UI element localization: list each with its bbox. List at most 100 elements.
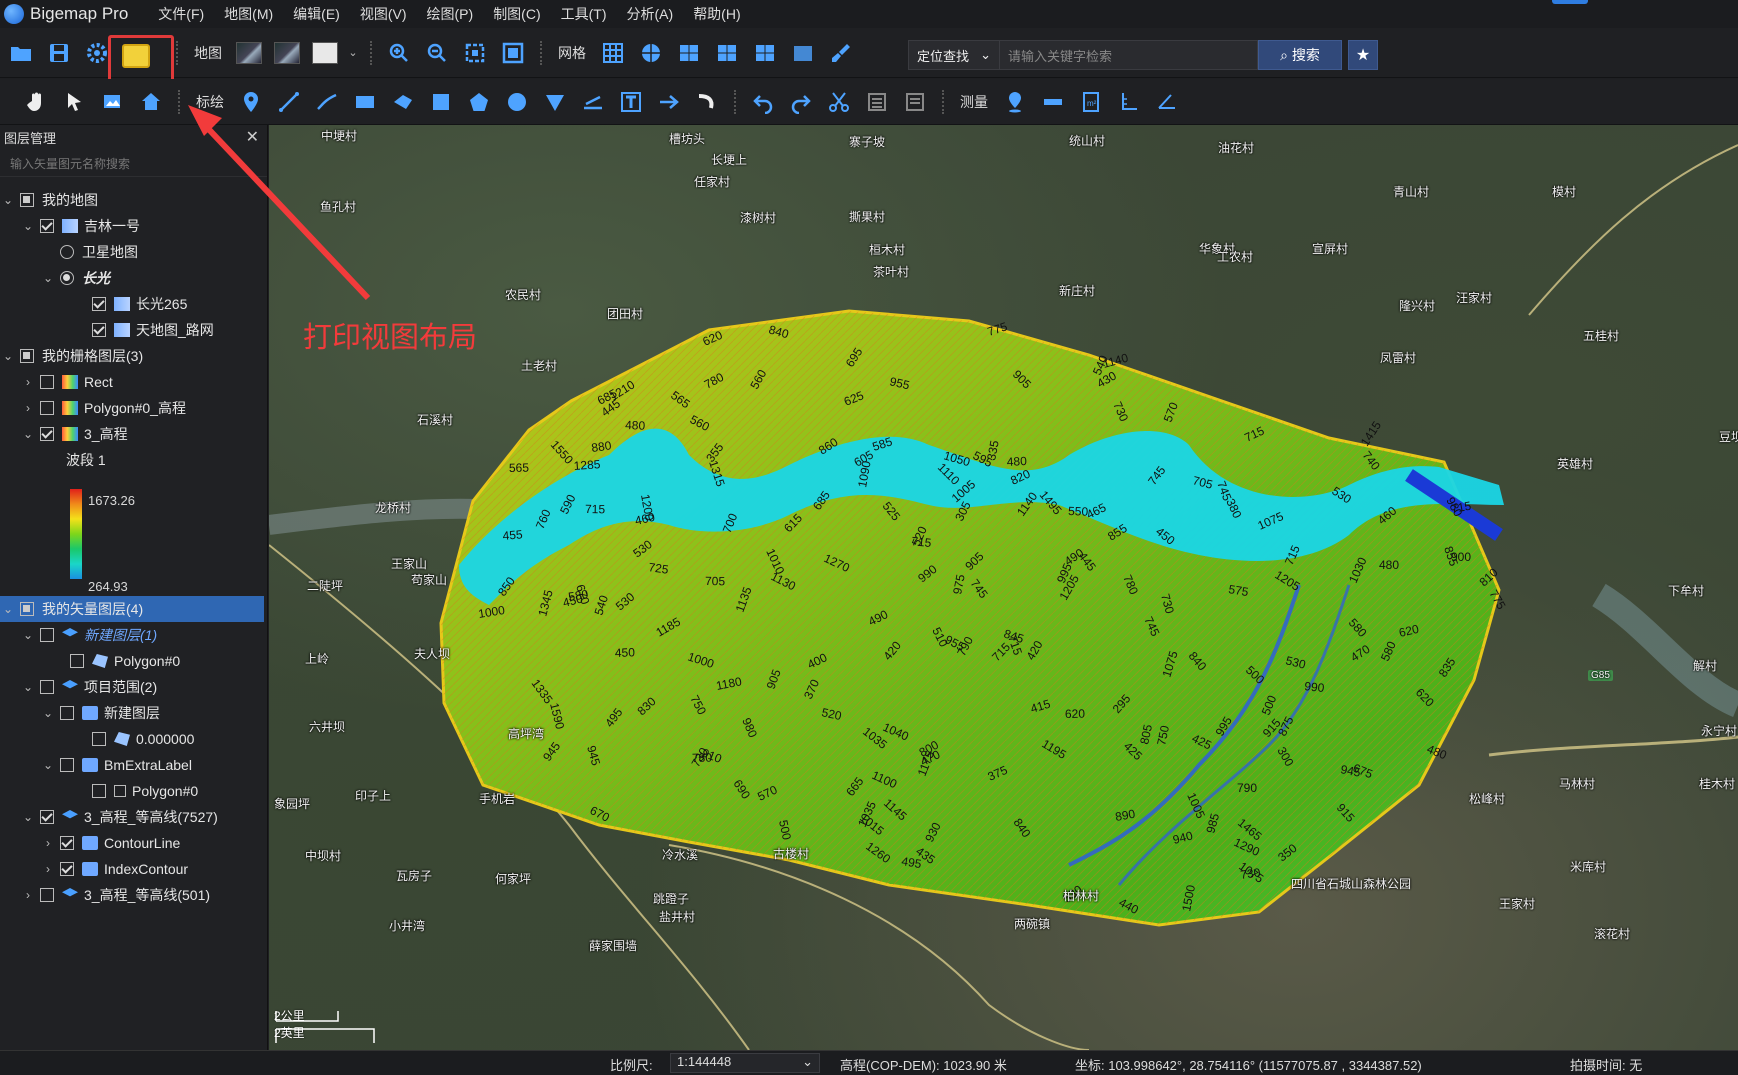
search-input[interactable]: 请输入关键字检索: [1000, 40, 1258, 70]
chevron-down-icon[interactable]: ⌄: [20, 680, 36, 694]
tree-item-polygon0[interactable]: Polygon#0: [0, 648, 268, 674]
undo-icon[interactable]: [746, 85, 780, 119]
open-folder-icon[interactable]: [4, 36, 38, 70]
tree-item-polygon-elevation[interactable]: › Polygon#0_高程: [0, 395, 268, 421]
chevron-right-icon[interactable]: ›: [20, 888, 36, 902]
basemap-thumb-2[interactable]: [274, 41, 300, 64]
curved-arrow-icon[interactable]: [690, 85, 724, 119]
scissors-icon[interactable]: [822, 85, 856, 119]
print-layout-icon[interactable]: [122, 44, 150, 68]
measure-height-icon[interactable]: [1112, 85, 1146, 119]
save-icon[interactable]: [42, 36, 76, 70]
chevron-down-icon[interactable]: ⌄: [20, 219, 36, 233]
menu-item[interactable]: 文件(F): [148, 4, 214, 24]
km-grid-icon[interactable]: [672, 36, 706, 70]
menu-item[interactable]: 视图(V): [350, 4, 417, 24]
redo-icon[interactable]: [784, 85, 818, 119]
layer-checkbox[interactable]: [70, 654, 84, 668]
layer-radio[interactable]: [60, 271, 74, 285]
basemap-thumb-3[interactable]: [312, 41, 338, 64]
layer-checkbox[interactable]: [92, 784, 106, 798]
layer-checkbox[interactable]: [60, 706, 74, 720]
chevron-down-icon[interactable]: ⌄: [20, 810, 36, 824]
tree-item-new-layer-1[interactable]: ⌄ 新建图层(1): [0, 622, 268, 648]
marker-pin-icon[interactable]: [234, 85, 268, 119]
menu-item[interactable]: 工具(T): [551, 4, 617, 24]
tree-item-changguang[interactable]: ⌄ 长光: [0, 265, 268, 291]
menu-item[interactable]: 编辑(E): [283, 4, 350, 24]
grid-icon[interactable]: [596, 36, 630, 70]
close-icon[interactable]: ✕: [246, 127, 259, 147]
rectangle-tool-icon[interactable]: [348, 85, 382, 119]
polygon-tool-icon[interactable]: [386, 85, 420, 119]
layer-checkbox[interactable]: [20, 602, 34, 616]
chevron-down-icon[interactable]: ⌄: [40, 758, 56, 772]
layer-checkbox[interactable]: [40, 810, 54, 824]
search-button[interactable]: ⌕ 搜索: [1258, 40, 1342, 70]
sheet-index-icon[interactable]: [786, 36, 820, 70]
menu-item[interactable]: 分析(A): [617, 4, 684, 24]
nm-grid-icon[interactable]: [710, 36, 744, 70]
menu-item[interactable]: 地图(M): [214, 4, 283, 24]
chevron-right-icon[interactable]: ›: [40, 836, 56, 850]
square-tool-icon[interactable]: [424, 85, 458, 119]
layer-checkbox[interactable]: [60, 836, 74, 850]
chevron-down-icon[interactable]: ⌄: [20, 427, 36, 441]
tree-item-polygon0-b[interactable]: Polygon#0: [0, 778, 268, 804]
arrow-tool-icon[interactable]: [652, 85, 686, 119]
chevron-down-icon[interactable]: ⌄: [40, 706, 56, 720]
tree-item-tianditu-road[interactable]: 天地图_路网: [0, 317, 268, 343]
line-tool-icon[interactable]: [272, 85, 306, 119]
menu-item[interactable]: 绘图(P): [417, 4, 484, 24]
layer-checkbox[interactable]: [40, 219, 54, 233]
layer-radio[interactable]: [60, 245, 74, 259]
layer-checkbox[interactable]: [20, 349, 34, 363]
star-icon[interactable]: ★: [1348, 40, 1378, 70]
chevron-right-icon[interactable]: ›: [20, 401, 36, 415]
circle-tool-icon[interactable]: [500, 85, 534, 119]
map-canvas[interactable]: 790 705 490 500 595 450 670 725 745 810 1140 1075 10…: [269, 125, 1738, 1050]
tree-item-zero-value[interactable]: 0.000000: [0, 726, 268, 752]
pentagon-tool-icon[interactable]: [462, 85, 496, 119]
list-table-icon[interactable]: [898, 85, 932, 119]
chevron-down-icon[interactable]: ⌄: [0, 602, 16, 616]
layer-checkbox[interactable]: [60, 758, 74, 772]
tree-item-bmextralabel[interactable]: ⌄ BmExtraLabel: [0, 752, 268, 778]
freehand-line-icon[interactable]: [310, 85, 344, 119]
tree-item-my-maps[interactable]: ⌄ 我的地图: [0, 187, 268, 213]
tree-item-contourline[interactable]: › ContourLine: [0, 830, 268, 856]
tree-item-project-extent[interactable]: ⌄ 项目范围(2): [0, 674, 268, 700]
tree-item-3-elevation[interactable]: ⌄ 3_高程: [0, 421, 268, 447]
tree-item-vector-layers[interactable]: ⌄ 我的矢量图层(4): [0, 596, 264, 622]
layer-checkbox[interactable]: [40, 427, 54, 441]
chevron-down-icon[interactable]: ⌄: [346, 36, 360, 70]
chevron-down-icon[interactable]: ⌄: [40, 271, 56, 285]
tree-item-jilin1[interactable]: ⌄ 吉林一号: [0, 213, 268, 239]
layer-checkbox[interactable]: [20, 193, 34, 207]
tree-item-contour-7527[interactable]: ⌄ 3_高程_等高线(7527): [0, 804, 268, 830]
tree-item-rect[interactable]: › Rect: [0, 369, 268, 395]
layer-checkbox[interactable]: [40, 375, 54, 389]
measure-angle-icon[interactable]: [1150, 85, 1184, 119]
home-poi-icon[interactable]: [134, 85, 168, 119]
layer-checkbox[interactable]: [40, 401, 54, 415]
attribute-table-icon[interactable]: [860, 85, 894, 119]
layer-search-input[interactable]: 输入矢量图元名称搜索: [0, 151, 267, 177]
tree-item-satellite[interactable]: 卫星地图: [0, 239, 268, 265]
window-control[interactable]: [1552, 0, 1588, 4]
tree-item-contour-501[interactable]: › 3_高程_等高线(501): [0, 882, 268, 908]
zoom-extent-icon[interactable]: [458, 36, 492, 70]
layer-checkbox[interactable]: [60, 862, 74, 876]
layer-checkbox[interactable]: [92, 297, 106, 311]
measure-point-icon[interactable]: [998, 85, 1032, 119]
tree-item-changguang265[interactable]: 长光265: [0, 291, 268, 317]
chevron-down-icon[interactable]: ⌄: [0, 349, 16, 363]
chevron-right-icon[interactable]: ›: [20, 375, 36, 389]
select-arrow-icon[interactable]: [58, 85, 92, 119]
tree-item-indexcontour[interactable]: › IndexContour: [0, 856, 268, 882]
menu-item[interactable]: 制图(C): [483, 4, 550, 24]
search-type-select[interactable]: 定位查找 ⌄: [908, 40, 1000, 70]
full-extent-icon[interactable]: [496, 36, 530, 70]
chevron-down-icon[interactable]: ⌄: [0, 193, 16, 207]
text-label-icon[interactable]: [614, 85, 648, 119]
